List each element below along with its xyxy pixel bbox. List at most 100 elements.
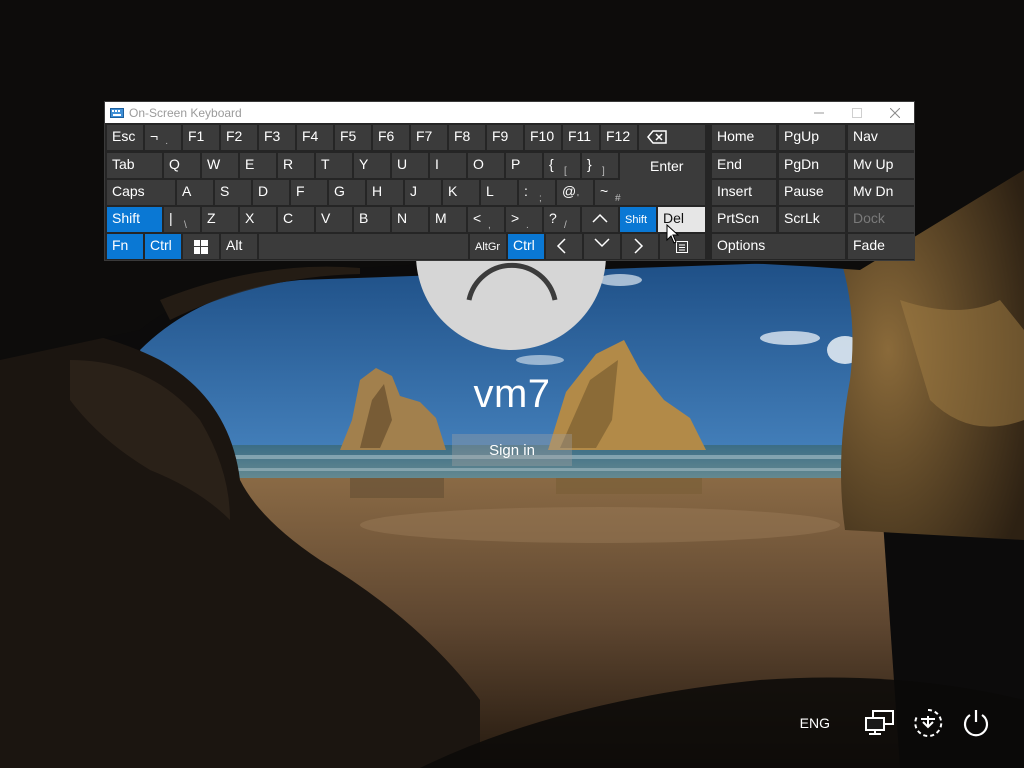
key-s[interactable]: S — [215, 180, 251, 205]
key-z[interactable]: Z — [202, 207, 238, 232]
key-insert[interactable]: Insert — [712, 180, 776, 205]
key-f11[interactable]: F11 — [563, 125, 599, 150]
key-j[interactable]: J — [405, 180, 441, 205]
key-r3k10[interactable]: >. — [506, 207, 542, 232]
key-prtscn[interactable]: PrtScn — [712, 207, 776, 232]
key-label: Y — [359, 156, 369, 172]
minimize-button[interactable] — [800, 102, 838, 123]
close-button[interactable] — [876, 102, 914, 123]
key-caps[interactable]: Caps — [107, 180, 175, 205]
osk-key-area: Esc ¬ · F1 F2 F3 F4 F5 F6 F7 F8 F9 F10 F11 F12 Home PgUp… — [105, 123, 916, 262]
key-i[interactable]: I — [430, 153, 466, 178]
key-label: F3 — [264, 128, 281, 144]
key-right[interactable] — [622, 234, 658, 259]
key-o[interactable]: O — [468, 153, 504, 178]
ease-of-access-icon[interactable] — [910, 705, 946, 741]
key-r3k11[interactable]: ? / — [544, 207, 580, 232]
username-label: vm7 — [473, 372, 551, 416]
key-g[interactable]: G — [329, 180, 365, 205]
key-f[interactable]: F — [291, 180, 327, 205]
key-ctrl[interactable]: Ctrl — [508, 234, 544, 259]
key-f4[interactable]: F4 — [297, 125, 333, 150]
network-icon[interactable] — [862, 705, 898, 741]
key-enter[interactable]: Enter — [620, 153, 705, 205]
key-r3k1[interactable]: | \ — [164, 207, 200, 232]
key-end[interactable]: End — [712, 153, 776, 178]
key-label: Caps — [112, 183, 145, 199]
key-label: U — [397, 156, 408, 172]
language-indicator[interactable]: ENG — [800, 715, 830, 731]
key-y[interactable]: Y — [354, 153, 390, 178]
key-shift[interactable]: Shift — [107, 207, 162, 232]
key-r2k11[interactable]: @ ' — [557, 180, 593, 205]
key-esc[interactable]: Esc — [107, 125, 143, 150]
key-t[interactable]: T — [316, 153, 352, 178]
key-pgup[interactable]: PgUp — [779, 125, 845, 150]
key-backspace[interactable] — [639, 125, 705, 150]
key-down[interactable] — [584, 234, 620, 259]
key-dock[interactable]: Dock — [848, 207, 914, 232]
key-altgr[interactable]: AltGr — [470, 234, 506, 259]
key-u[interactable]: U — [392, 153, 428, 178]
key-x[interactable]: X — [240, 207, 276, 232]
key-a[interactable]: A — [177, 180, 213, 205]
right-icon — [634, 238, 644, 254]
key-scrlk[interactable]: ScrLk — [779, 207, 845, 232]
key-fade[interactable]: Fade — [848, 234, 914, 259]
key-fn[interactable]: Fn — [107, 234, 143, 259]
key-d[interactable]: D — [253, 180, 289, 205]
maximize-button[interactable] — [838, 102, 876, 123]
key-m[interactable]: M — [430, 207, 466, 232]
key-r[interactable]: R — [278, 153, 314, 178]
key-ctrl[interactable]: Ctrl — [145, 234, 181, 259]
sign-in-button[interactable]: Sign in — [452, 434, 572, 466]
key-mvup[interactable]: Mv Up — [848, 153, 914, 178]
osk-titlebar[interactable]: On-Screen Keyboard — [105, 102, 914, 123]
key-f2[interactable]: F2 — [221, 125, 257, 150]
key-r3k9[interactable]: <, — [468, 207, 504, 232]
key-spacebar[interactable] — [259, 234, 468, 259]
key-f7[interactable]: F7 — [411, 125, 447, 150]
key-left[interactable] — [546, 234, 582, 259]
key-b[interactable]: B — [354, 207, 390, 232]
key-l[interactable]: L — [481, 180, 517, 205]
key-home[interactable]: Home — [712, 125, 776, 150]
key-q[interactable]: Q — [164, 153, 200, 178]
key-e[interactable]: E — [240, 153, 276, 178]
key-up[interactable] — [582, 207, 618, 232]
key-f8[interactable]: F8 — [449, 125, 485, 150]
key-r0k1[interactable]: ¬ · — [145, 125, 181, 150]
key-f12[interactable]: F12 — [601, 125, 637, 150]
key-f9[interactable]: F9 — [487, 125, 523, 150]
key-label: F4 — [302, 128, 319, 144]
key-tab[interactable]: Tab — [107, 153, 162, 178]
key-n[interactable]: N — [392, 207, 428, 232]
key-v[interactable]: V — [316, 207, 352, 232]
key-options[interactable]: Options — [712, 234, 845, 259]
key-c[interactable]: C — [278, 207, 314, 232]
key-pgdn[interactable]: PgDn — [779, 153, 845, 178]
key-f1[interactable]: F1 — [183, 125, 219, 150]
key-k[interactable]: K — [443, 180, 479, 205]
key-pause[interactable]: Pause — [779, 180, 845, 205]
key-f10[interactable]: F10 — [525, 125, 561, 150]
key-h[interactable]: H — [367, 180, 403, 205]
key-p[interactable]: P — [506, 153, 542, 178]
key-r2k12[interactable]: ~ # — [595, 180, 631, 205]
key-windows[interactable] — [183, 234, 219, 259]
key-f5[interactable]: F5 — [335, 125, 371, 150]
key-r2k10[interactable]: :; — [519, 180, 555, 205]
key-mvdn[interactable]: Mv Dn — [848, 180, 914, 205]
key-f6[interactable]: F6 — [373, 125, 409, 150]
key-label: J — [410, 183, 417, 199]
key-alt[interactable]: Alt — [221, 234, 257, 259]
key-nav[interactable]: Nav — [848, 125, 914, 150]
key-r1k12[interactable]: }] — [582, 153, 618, 178]
key-w[interactable]: W — [202, 153, 238, 178]
power-icon[interactable] — [958, 705, 994, 741]
key-f3[interactable]: F3 — [259, 125, 295, 150]
key-shift[interactable]: Shift — [620, 207, 656, 232]
loading-spinner-icon — [466, 262, 558, 301]
key-label: > — [511, 210, 520, 226]
key-r1k11[interactable]: {[ — [544, 153, 580, 178]
